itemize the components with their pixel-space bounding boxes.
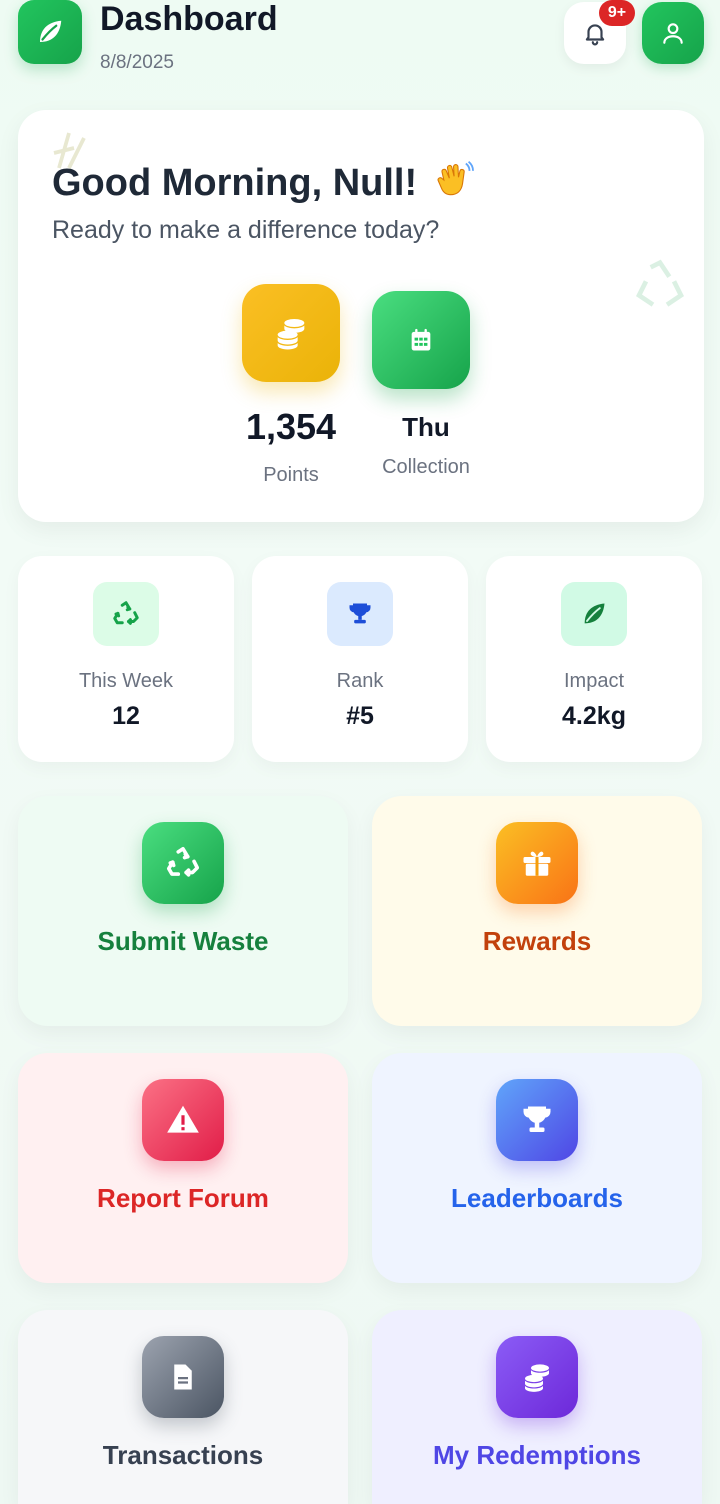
- transactions-label: Transactions: [102, 1440, 264, 1470]
- leaderboards-button[interactable]: Leaderboards: [372, 1053, 702, 1283]
- this-week-icon-box: [93, 582, 159, 646]
- stat-card-this-week: This Week 12: [18, 556, 234, 762]
- leaf-icon: [584, 603, 605, 624]
- profile-button[interactable]: [642, 2, 704, 64]
- stat-label: Rank: [336, 670, 384, 692]
- transactions-icon-box: [142, 1336, 224, 1418]
- submit-waste-icon-box: [142, 822, 224, 904]
- points-badge: [242, 284, 340, 382]
- page-date: 8/8/2025: [100, 52, 174, 73]
- stat-value: 12: [112, 702, 140, 730]
- stat-label: Impact: [563, 670, 625, 692]
- rewards-label: Rewards: [482, 926, 592, 956]
- leaderboards-label: Leaderboards: [451, 1183, 623, 1213]
- submit-waste-button[interactable]: Submit Waste: [18, 796, 348, 1026]
- document-icon: [174, 1364, 192, 1390]
- my-redemptions-label: My Redemptions: [432, 1440, 642, 1470]
- calendar-icon: [411, 328, 431, 351]
- app-logo[interactable]: [18, 0, 82, 64]
- gift-icon: [523, 851, 551, 876]
- report-forum-label: Report Forum: [97, 1183, 269, 1213]
- report-forum-button[interactable]: Report Forum: [18, 1053, 348, 1283]
- notification-badge: 9+: [599, 0, 635, 26]
- recycle-decoration-icon: [635, 259, 685, 307]
- transactions-button[interactable]: Transactions: [18, 1310, 348, 1504]
- app-header: Dashboard 8/8/2025 9+: [0, 0, 720, 100]
- warning-icon: [167, 1105, 199, 1133]
- collection-value: Thu: [402, 412, 450, 442]
- stat-value: #5: [346, 702, 374, 730]
- trophy-icon: [523, 1106, 551, 1132]
- points-label: Points: [263, 464, 319, 486]
- stat-label: This Week: [78, 670, 174, 692]
- leaderboards-icon-box: [496, 1079, 578, 1161]
- recycle-icon: [166, 846, 200, 877]
- submit-waste-label: Submit Waste: [97, 926, 269, 956]
- stat-card-impact: Impact 4.2kg: [486, 556, 702, 762]
- collection-badge: [372, 291, 470, 389]
- greeting-subtitle: Ready to make a difference today?: [52, 216, 440, 244]
- user-icon: [663, 23, 683, 44]
- my-redemptions-icon-box: [496, 1336, 578, 1418]
- greeting-title: Good Morning, Null!: [52, 158, 475, 212]
- collection-label: Collection: [382, 456, 470, 478]
- recycle-icon: [113, 601, 139, 625]
- leaf-icon: [40, 20, 62, 42]
- stat-card-rank: Rank #5: [252, 556, 468, 762]
- rewards-icon-box: [496, 822, 578, 904]
- trophy-icon: [349, 603, 371, 624]
- coins-icon: [277, 319, 305, 350]
- report-forum-icon-box: [142, 1079, 224, 1161]
- impact-icon-box: [561, 582, 627, 646]
- rank-icon-box: [327, 582, 393, 646]
- points-value: 1,354: [245, 406, 337, 447]
- coins-icon: [525, 1364, 549, 1392]
- my-redemptions-button[interactable]: My Redemptions: [372, 1310, 702, 1504]
- stat-value: 4.2kg: [562, 702, 626, 730]
- waving-hand-icon: [431, 158, 475, 212]
- greeting-card: Good Morning, Null! Ready to make a diff…: [18, 110, 704, 522]
- page-title: Dashboard: [100, 0, 278, 38]
- greeting-text: Good Morning, Null!: [52, 162, 418, 205]
- rewards-button[interactable]: Rewards: [372, 796, 702, 1026]
